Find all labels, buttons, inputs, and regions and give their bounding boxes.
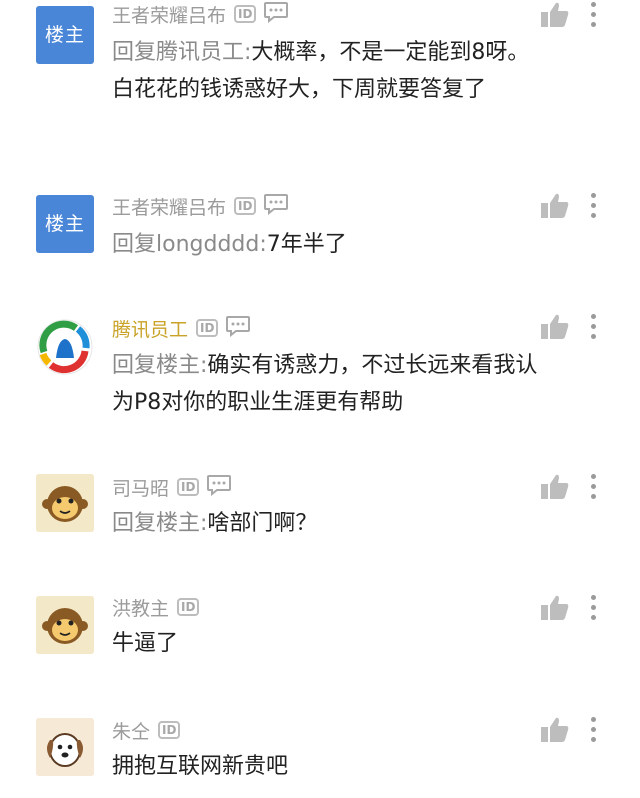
comment-text: 回复腾讯员工:大概率，不是一定能到8呀。白花花的钱诱惑好大，下周就要答复了	[112, 34, 542, 108]
host-avatar[interactable]: 楼主	[36, 6, 94, 64]
message-bubble-icon[interactable]	[206, 474, 232, 500]
message-bubble-icon[interactable]	[263, 1, 289, 27]
comment-text: 牛逼了	[112, 625, 542, 662]
message-bubble-icon[interactable]	[263, 193, 289, 219]
username[interactable]: 王者荣耀吕布	[112, 1, 226, 28]
more-vertical-icon[interactable]	[591, 193, 597, 223]
comment-content: 啥部门啊？	[207, 511, 318, 536]
more-vertical-icon[interactable]	[591, 717, 597, 747]
id-badge: ID	[196, 319, 219, 337]
reply-prefix[interactable]: 回复longdddd:	[112, 232, 267, 257]
host-label: 楼主	[44, 24, 85, 46]
id-badge: ID	[177, 598, 200, 616]
comment-content: 拥抱互联网新贵吧	[112, 754, 289, 779]
comment-text: 回复楼主:确实有诱惑力，不过长远来看我认为P8对你的职业生涯更有帮助	[112, 347, 542, 421]
more-vertical-icon[interactable]	[591, 2, 597, 32]
reply-prefix[interactable]: 回复楼主:	[112, 353, 207, 378]
more-vertical-icon[interactable]	[591, 474, 597, 504]
comment-text: 回复楼主:啥部门啊？	[112, 505, 542, 542]
username[interactable]: 王者荣耀吕布	[112, 193, 226, 220]
more-vertical-icon[interactable]	[591, 595, 597, 625]
host-avatar[interactable]: 楼主	[36, 195, 94, 253]
comment-text: 回复longdddd:7年半了	[112, 226, 542, 263]
monkey-avatar[interactable]	[36, 474, 94, 532]
id-badge: ID	[177, 478, 200, 496]
dog-face-icon	[36, 718, 94, 776]
tencent-news-avatar[interactable]	[36, 318, 94, 376]
username[interactable]: 司马昭	[112, 474, 169, 501]
thumbs-up-icon[interactable]	[540, 314, 570, 344]
comment-content: 7年半了	[266, 232, 347, 257]
tencent-news-logo-icon	[37, 319, 93, 375]
thumbs-up-icon[interactable]	[540, 2, 570, 32]
username[interactable]: 洪教主	[112, 594, 169, 621]
thumbs-up-icon[interactable]	[540, 474, 570, 504]
id-badge: ID	[158, 721, 181, 739]
host-label: 楼主	[44, 213, 85, 235]
comment-content: 牛逼了	[112, 631, 179, 656]
monkey-avatar[interactable]	[36, 596, 94, 654]
reply-prefix[interactable]: 回复腾讯员工:	[112, 40, 251, 65]
monkey-face-icon	[36, 596, 94, 654]
id-badge: ID	[234, 197, 257, 215]
id-badge: ID	[234, 5, 257, 23]
monkey-face-icon	[36, 474, 94, 532]
thumbs-up-icon[interactable]	[540, 595, 570, 625]
dog-avatar[interactable]	[36, 718, 94, 776]
more-vertical-icon[interactable]	[591, 314, 597, 344]
thumbs-up-icon[interactable]	[540, 193, 570, 223]
username[interactable]: 朱仝	[112, 717, 150, 744]
reply-prefix[interactable]: 回复楼主:	[112, 511, 207, 536]
comment-text: 拥抱互联网新贵吧	[112, 748, 542, 785]
thumbs-up-icon[interactable]	[540, 717, 570, 747]
message-bubble-icon[interactable]	[225, 315, 251, 341]
username[interactable]: 腾讯员工	[112, 315, 188, 342]
